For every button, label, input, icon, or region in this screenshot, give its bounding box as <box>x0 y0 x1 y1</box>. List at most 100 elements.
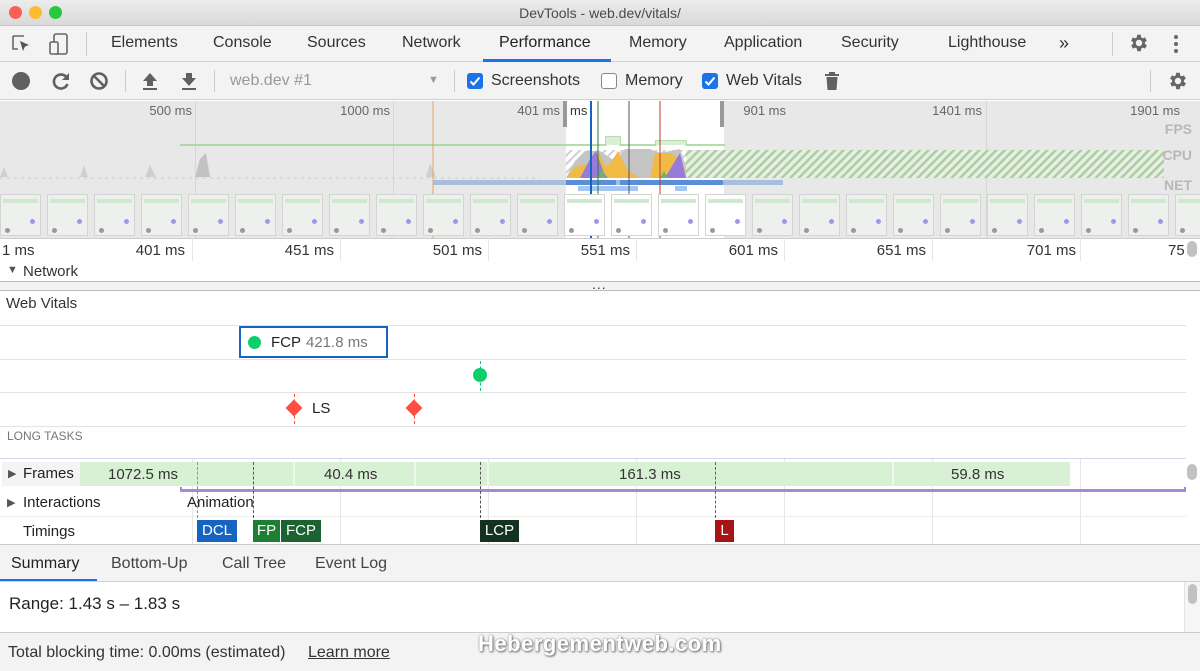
fcp-timing-badge[interactable]: FCP <box>281 520 321 542</box>
expand-triangle-right-icon[interactable]: ▶ <box>7 496 15 509</box>
screenshot-thumbnail[interactable] <box>987 194 1028 236</box>
screenshot-thumbnail[interactable] <box>517 194 558 236</box>
load-timing-badge[interactable]: L <box>715 520 734 542</box>
tab-lighthouse[interactable]: Lighthouse <box>948 26 1026 62</box>
screenshot-thumbnail[interactable] <box>376 194 417 236</box>
summary-scrollbar-thumb[interactable] <box>1188 584 1197 604</box>
screenshot-thumbnail[interactable] <box>94 194 135 236</box>
more-options-kebab-icon[interactable] <box>1173 34 1179 54</box>
timeline-scrollbar-thumb[interactable] <box>1187 241 1197 257</box>
screenshot-thumbnail[interactable] <box>1034 194 1075 236</box>
tab-call-tree[interactable]: Call Tree <box>222 555 286 573</box>
device-toolbar-icon[interactable] <box>47 32 71 56</box>
screenshot-thumbnail[interactable] <box>1175 194 1200 236</box>
ruler-tick: 451 ms <box>284 242 334 259</box>
dcl-dash <box>197 462 198 518</box>
tab-security[interactable]: Security <box>841 26 899 62</box>
tab-network[interactable]: Network <box>402 26 461 62</box>
dcl-timing-badge[interactable]: DCL <box>197 520 237 542</box>
panel-splitter[interactable]: ... <box>0 276 1200 292</box>
tab-elements[interactable]: Elements <box>111 26 178 62</box>
tab-memory[interactable]: Memory <box>629 26 687 62</box>
screenshot-thumbnail[interactable] <box>799 194 840 236</box>
screenshot-thumbnail[interactable] <box>611 194 652 236</box>
window-titlebar: DevTools - web.dev/vitals/ <box>0 0 1200 26</box>
record-button[interactable] <box>12 72 30 90</box>
profile-select[interactable]: web.dev #1 ▼ <box>222 68 444 94</box>
screenshot-thumbnail[interactable] <box>329 194 370 236</box>
screenshot-thumbnail[interactable] <box>1128 194 1169 236</box>
splitter-grip-icon[interactable]: ... <box>592 276 607 292</box>
watermark: Hebergementweb.com <box>478 631 722 656</box>
frame-duration[interactable]: 1072.5 ms <box>108 466 178 483</box>
performance-toolbar: web.dev #1 ▼ Screenshots Memory Web Vita… <box>0 62 1200 100</box>
screenshot-thumbnail[interactable] <box>47 194 88 236</box>
screenshot-thumbnail[interactable] <box>0 194 41 236</box>
screenshot-thumbnail[interactable] <box>470 194 511 236</box>
screenshot-thumbnail[interactable] <box>188 194 229 236</box>
web-vitals-label: Web Vitals <box>726 72 802 89</box>
save-profile-download-icon[interactable] <box>180 71 198 91</box>
animation-interaction-bar[interactable] <box>180 489 1186 492</box>
layout-shift-diamond-icon[interactable] <box>285 399 303 417</box>
screenshot-thumbnail[interactable] <box>282 194 323 236</box>
frames-track-header[interactable]: ▶ Frames <box>2 462 80 486</box>
expand-triangle-right-icon[interactable]: ▶ <box>8 467 16 480</box>
screenshot-thumbnail[interactable] <box>846 194 887 236</box>
tab-console[interactable]: Console <box>213 26 272 62</box>
capture-settings-gear-icon[interactable] <box>1167 70 1189 92</box>
clear-button[interactable] <box>89 71 109 91</box>
screenshot-thumbnail[interactable] <box>235 194 276 236</box>
layout-shift-diamond-icon[interactable] <box>405 399 423 417</box>
frame-duration[interactable]: 40.4 ms <box>324 466 377 483</box>
row-divider <box>0 458 1186 459</box>
fcp-good-dot-icon[interactable] <box>248 336 261 349</box>
screenshot-thumbnail[interactable] <box>423 194 464 236</box>
checkmark-icon <box>704 76 716 86</box>
window-title: DevTools - web.dev/vitals/ <box>519 5 681 21</box>
screenshot-thumbnail[interactable] <box>564 194 605 236</box>
reload-record-button[interactable] <box>50 70 72 92</box>
tab-sources[interactable]: Sources <box>307 26 366 62</box>
net-bar <box>620 180 723 185</box>
ruler-tick: 1 ms <box>2 242 35 259</box>
frame-duration[interactable]: 59.8 ms <box>951 466 1004 483</box>
tab-summary[interactable]: Summary <box>11 555 79 573</box>
row-divider <box>0 426 1186 427</box>
tab-application[interactable]: Application <box>724 26 802 62</box>
settings-gear-icon[interactable] <box>1128 32 1150 54</box>
load-profile-upload-icon[interactable] <box>141 71 159 91</box>
main-tab-bar: Elements Console Sources Network Perform… <box>0 26 1200 62</box>
fp-dash <box>253 462 254 518</box>
row-divider <box>0 359 1186 360</box>
screenshots-checkbox[interactable] <box>467 73 483 89</box>
total-blocking-time: Total blocking time: 0.00ms (estimated) <box>8 644 286 661</box>
frames-bar[interactable] <box>80 462 1070 486</box>
inspect-element-icon[interactable] <box>11 34 33 54</box>
screenshot-thumbnail[interactable] <box>658 194 699 236</box>
tab-bottom-up[interactable]: Bottom-Up <box>111 555 187 573</box>
tab-event-log[interactable]: Event Log <box>315 555 387 573</box>
tracks-scrollbar-thumb[interactable] <box>1187 464 1197 480</box>
expand-triangle-down-icon[interactable]: ▼ <box>7 264 18 276</box>
screenshot-thumbnail[interactable] <box>705 194 746 236</box>
screenshot-thumbnail[interactable] <box>141 194 182 236</box>
collect-garbage-trash-icon[interactable] <box>824 71 840 91</box>
memory-label: Memory <box>625 72 683 89</box>
lcp-timing-badge[interactable]: LCP <box>480 520 519 542</box>
screenshot-thumbnail[interactable] <box>940 194 981 236</box>
timeline-overview[interactable]: 500 ms 1000 ms 401 ms ms 901 ms 1401 ms … <box>0 101 1200 238</box>
memory-checkbox[interactable] <box>601 73 617 89</box>
learn-more-link[interactable]: Learn more <box>308 644 390 662</box>
lcp-good-dot-icon[interactable] <box>473 368 487 382</box>
screenshot-thumbnail[interactable] <box>893 194 934 236</box>
ruler-tick: 75 <box>1168 242 1185 259</box>
tab-performance[interactable]: Performance <box>499 26 591 62</box>
screenshot-thumbnail[interactable] <box>1081 194 1122 236</box>
frame-duration[interactable]: 161.3 ms <box>619 466 681 483</box>
more-tabs-button[interactable]: » <box>1059 26 1069 62</box>
net-bar <box>675 186 687 191</box>
web-vitals-checkbox[interactable] <box>702 73 718 89</box>
screenshot-thumbnail[interactable] <box>752 194 793 236</box>
fp-timing-badge[interactable]: FP <box>253 520 280 542</box>
